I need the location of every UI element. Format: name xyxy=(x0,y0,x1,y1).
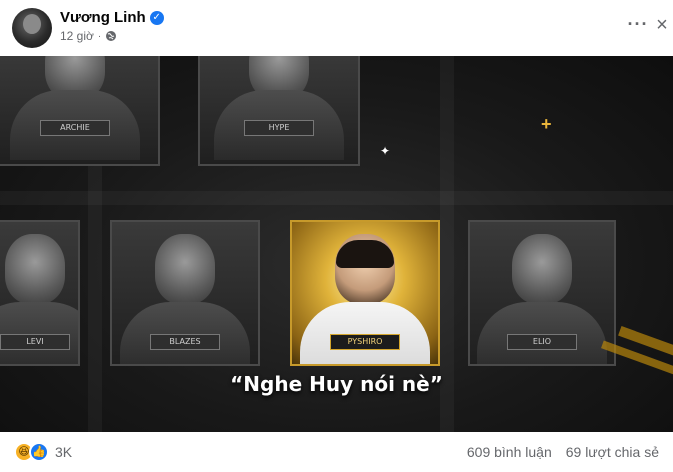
player-card: HYPE xyxy=(198,56,360,166)
reaction-count[interactable]: 3K xyxy=(55,444,72,460)
player-card: ARCHIE xyxy=(0,56,160,166)
player-head xyxy=(155,234,215,304)
player-tag: PYSHIRO xyxy=(330,334,400,350)
author-avatar[interactable] xyxy=(12,8,52,48)
player-tag: HYPE xyxy=(244,120,314,136)
player-tag: ARCHIE xyxy=(40,120,110,136)
post-meta: 12 giờ · xyxy=(60,29,117,43)
player-head xyxy=(5,234,65,304)
player-tag: BLAZES xyxy=(150,334,220,350)
author-row: Vương Linh ✓ xyxy=(60,9,164,26)
reactions-summary[interactable]: 😆 👍 3K xyxy=(14,442,72,462)
image-caption: “Nghe Huy nói nè” xyxy=(230,372,443,396)
player-card: LEVI xyxy=(0,220,80,366)
player-head xyxy=(512,234,572,304)
close-icon[interactable]: × xyxy=(654,14,670,38)
player-hair xyxy=(336,240,394,268)
star-icon: ✦ xyxy=(380,144,391,158)
post-footer: 😆 👍 3K 609 bình luận 69 lượt chia sẻ xyxy=(0,432,673,472)
highlighted-player-card: PYSHIRO xyxy=(290,220,440,366)
player-tag: LEVI xyxy=(0,334,70,350)
meta-separator: · xyxy=(97,30,102,42)
more-options-icon[interactable]: ··· xyxy=(626,14,650,38)
globe-icon xyxy=(106,31,117,41)
verified-badge-icon: ✓ xyxy=(149,10,164,25)
comment-count[interactable]: 609 bình luận xyxy=(467,444,552,460)
player-tag: ELIO xyxy=(507,334,577,350)
post-time[interactable]: 12 giờ xyxy=(60,29,94,43)
share-count[interactable]: 69 lượt chia sẻ xyxy=(566,444,659,460)
post-header: Vương Linh ✓ 12 giờ · ··· × xyxy=(0,0,673,56)
engagement-stats: 609 bình luận 69 lượt chia sẻ xyxy=(467,444,659,460)
author-name[interactable]: Vương Linh xyxy=(60,9,146,26)
like-icon: 👍 xyxy=(29,442,49,462)
player-card: BLAZES xyxy=(110,220,260,366)
post-image[interactable]: ARCHIE HYPE LEVI BLAZES PYSHIRO ELIO + ✦… xyxy=(0,56,673,432)
player-card: ELIO xyxy=(468,220,616,366)
sparkle-icon: + xyxy=(541,114,552,134)
